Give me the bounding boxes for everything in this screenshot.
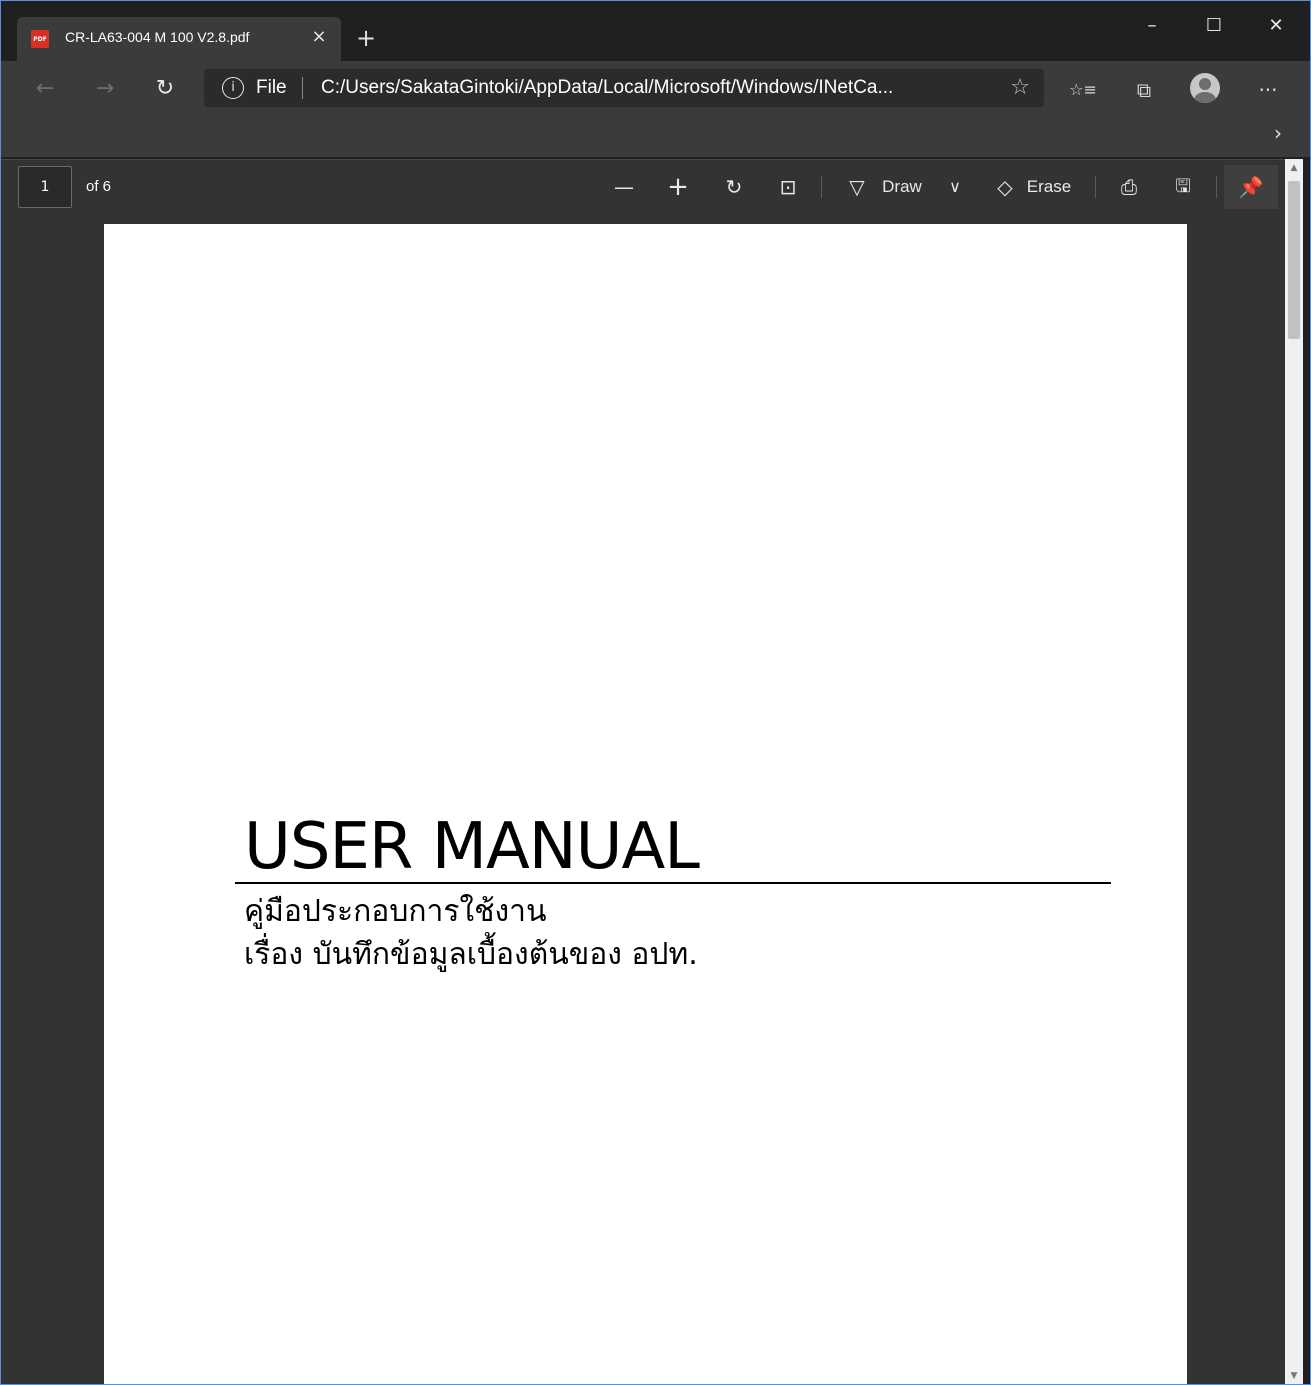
draw-icon[interactable]: ▽ — [846, 172, 868, 202]
scroll-down-icon[interactable]: ▼ — [1285, 1367, 1303, 1384]
address-bar[interactable]: i File C:/Users/SakataGintoki/AppData/Lo… — [204, 69, 1044, 107]
zoom-in-icon[interactable]: + — [665, 172, 691, 202]
more-options-icon[interactable]: ··· — [1253, 75, 1283, 105]
tab-strip: PDF CR-LA63-004 M 100 V2.8.pdf × + – ☐ ✕ — [1, 1, 1310, 61]
document-subtitle-line1: คู่มือประกอบการใช้งาน — [244, 894, 547, 929]
address-scheme-label: File — [256, 77, 287, 98]
pdf-page: USER MANUAL คู่มือประกอบการใช้งาน เรื่อง… — [104, 224, 1187, 1384]
pdf-viewer[interactable]: USER MANUAL คู่มือประกอบการใช้งาน เรื่อง… — [1, 215, 1285, 1384]
new-tab-button[interactable]: + — [353, 25, 379, 51]
page-number-input[interactable]: 1 — [18, 166, 72, 208]
pin-toolbar-icon[interactable]: 📌 — [1224, 165, 1278, 209]
chevron-down-icon[interactable]: ∨ — [944, 172, 966, 202]
minimize-button[interactable]: – — [1121, 1, 1183, 51]
tab-close-icon[interactable]: × — [307, 25, 331, 49]
document-subtitle-line2: เรื่อง บันทึกข้อมูลเบื้องต้นของ อปท. — [244, 937, 698, 972]
draw-button[interactable]: Draw — [878, 172, 926, 202]
fit-page-icon[interactable]: ⊡ — [775, 172, 801, 202]
document-title: USER MANUAL — [244, 810, 700, 884]
maximize-button[interactable]: ☐ — [1183, 1, 1245, 51]
address-divider — [302, 77, 303, 99]
add-favorite-icon[interactable]: ☆ — [1010, 75, 1030, 100]
navigation-bar: ← → ↻ i File C:/Users/SakataGintoki/AppD… — [1, 61, 1310, 115]
save-icon[interactable]: 🖫 — [1170, 172, 1196, 202]
back-icon[interactable]: ← — [27, 71, 63, 107]
rotate-icon[interactable]: ↻ — [721, 172, 747, 202]
refresh-icon[interactable]: ↻ — [147, 71, 183, 107]
close-window-button[interactable]: ✕ — [1245, 1, 1307, 51]
favorites-icon[interactable]: ☆≡ — [1068, 75, 1098, 105]
info-icon[interactable]: i — [222, 77, 244, 99]
page-count-label: of 6 — [86, 178, 112, 195]
erase-button[interactable]: Erase — [1025, 172, 1073, 202]
toolbar-divider — [1095, 176, 1096, 198]
erase-icon[interactable]: ◇ — [993, 172, 1017, 202]
title-underline — [235, 882, 1111, 884]
collections-icon[interactable]: ⧉ — [1129, 75, 1159, 105]
pdf-toolbar: 1 of 6 — + ↻ ⊡ ▽ Draw ∨ ◇ Erase ⎙ 🖫 📌 — [1, 159, 1285, 216]
tab-title: CR-LA63-004 M 100 V2.8.pdf — [65, 29, 250, 45]
toolbar-divider — [1216, 176, 1217, 198]
address-url[interactable]: C:/Users/SakataGintoki/AppData/Local/Mic… — [321, 77, 893, 99]
tab-active-pdf[interactable]: PDF CR-LA63-004 M 100 V2.8.pdf × — [17, 17, 341, 61]
scrollbar-thumb[interactable] — [1288, 181, 1300, 339]
chevron-right-icon[interactable]: › — [1274, 121, 1282, 145]
zoom-out-icon[interactable]: — — [611, 172, 637, 202]
print-icon[interactable]: ⎙ — [1116, 172, 1142, 202]
favorites-bar: › — [1, 115, 1310, 157]
pdf-file-icon: PDF — [31, 30, 49, 48]
profile-avatar-icon[interactable] — [1190, 73, 1220, 103]
toolbar-divider — [821, 176, 822, 198]
forward-icon[interactable]: → — [87, 71, 123, 107]
vertical-scrollbar[interactable]: ▲ ▼ — [1285, 159, 1303, 1384]
scroll-up-icon[interactable]: ▲ — [1285, 159, 1303, 177]
browser-window: PDF CR-LA63-004 M 100 V2.8.pdf × + – ☐ ✕… — [0, 0, 1311, 1385]
